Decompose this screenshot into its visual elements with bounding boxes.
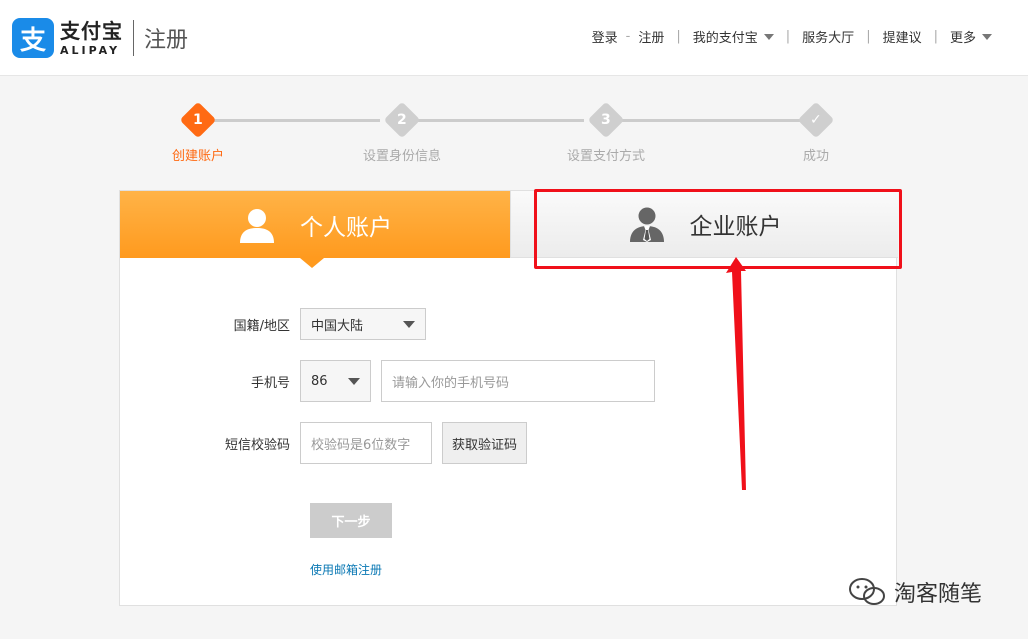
region-row: 国籍/地区 中国大陆 [120, 308, 426, 340]
email-register-link[interactable]: 使用邮箱注册 [310, 561, 382, 578]
nav-my-alipay[interactable]: 我的支付宝 [693, 27, 774, 46]
chevron-down-icon [763, 33, 774, 40]
sms-label: 短信校验码 [224, 437, 290, 453]
nav-dash: - [625, 29, 631, 44]
top-nav: 登录 - 注册 | 我的支付宝 | 服务大厅 | 提建议 | 更多 [592, 27, 992, 46]
phone-label: 手机号 [250, 375, 290, 391]
tab-personal-label: 个人账户 [300, 214, 392, 241]
user-icon [240, 208, 274, 243]
chevron-down-icon [982, 33, 992, 40]
step-label: 设置支付方式 [566, 149, 645, 164]
chevron-down-icon [403, 320, 415, 328]
logo-divider [133, 20, 134, 56]
nav-separator: | [866, 29, 871, 44]
region-label: 国籍/地区 [233, 318, 290, 334]
step-label: 成功 [802, 149, 829, 164]
chevron-down-icon [348, 377, 360, 385]
step-success: ✓ 成功 [746, 101, 886, 164]
progress-steps: 1 创建账户 2 设置身份信息 3 设置支付方式 ✓ 成功 [0, 100, 1028, 170]
alipay-logo[interactable]: 支 支付宝 ALIPAY 注册 [12, 18, 188, 58]
nav-more-label: 更多 [949, 31, 976, 46]
watermark: 淘客随笔 [848, 576, 982, 608]
step-create-account: 1 创建账户 [128, 101, 268, 164]
nav-service[interactable]: 服务大厅 [802, 27, 854, 46]
phone-input[interactable]: 请输入你的手机号码 [381, 360, 655, 402]
phone-row: 手机号 86 请输入你的手机号码 [120, 360, 655, 402]
step-label: 创建账户 [171, 149, 224, 164]
logo-cn: 支付宝 [60, 18, 123, 43]
sms-placeholder: 校验码是6位数字 [311, 437, 411, 453]
step-number-badge: 2 [383, 101, 421, 139]
region-select[interactable]: 中国大陆 [300, 308, 426, 340]
wechat-icon [849, 578, 885, 605]
logo-text: 支付宝 ALIPAY [60, 21, 123, 56]
page-title: 注册 [144, 28, 189, 53]
phone-placeholder: 请输入你的手机号码 [392, 375, 510, 391]
next-button[interactable]: 下一步 [310, 503, 392, 538]
nav-my-alipay-label: 我的支付宝 [692, 31, 758, 46]
step-number-badge: 1 [179, 101, 217, 139]
sms-row: 短信校验码 校验码是6位数字 获取验证码 [120, 422, 528, 464]
tab-pointer [300, 258, 324, 268]
header: 支 支付宝 ALIPAY 注册 登录 - 注册 | 我的支付宝 | 服务大厅 |… [0, 0, 1028, 76]
region-value: 中国大陆 [311, 318, 364, 334]
nav-separator: | [676, 29, 681, 44]
get-code-button[interactable]: 获取验证码 [442, 422, 528, 464]
nav-feedback[interactable]: 提建议 [883, 27, 922, 46]
check-icon: ✓ [797, 101, 835, 139]
phone-code-select[interactable]: 86 [300, 360, 371, 402]
nav-separator: | [933, 29, 938, 44]
step-payment: 3 设置支付方式 [536, 101, 676, 164]
alipay-logo-icon: 支 [12, 18, 54, 58]
nav-more[interactable]: 更多 [950, 27, 992, 46]
step-identity: 2 设置身份信息 [332, 101, 472, 164]
phone-code-value: 86 [311, 373, 328, 389]
step-number-badge: 3 [587, 101, 625, 139]
annotation-highlight-box [534, 189, 902, 269]
sms-code-input[interactable]: 校验码是6位数字 [300, 422, 432, 464]
nav-register[interactable]: 注册 [638, 27, 664, 46]
step-label: 设置身份信息 [362, 149, 441, 164]
logo-en: ALIPAY [60, 43, 121, 57]
nav-login[interactable]: 登录 [592, 27, 618, 46]
nav-separator: | [785, 29, 791, 44]
watermark-text: 淘客随笔 [894, 582, 983, 607]
tab-personal-account[interactable]: 个人账户 [120, 191, 510, 268]
